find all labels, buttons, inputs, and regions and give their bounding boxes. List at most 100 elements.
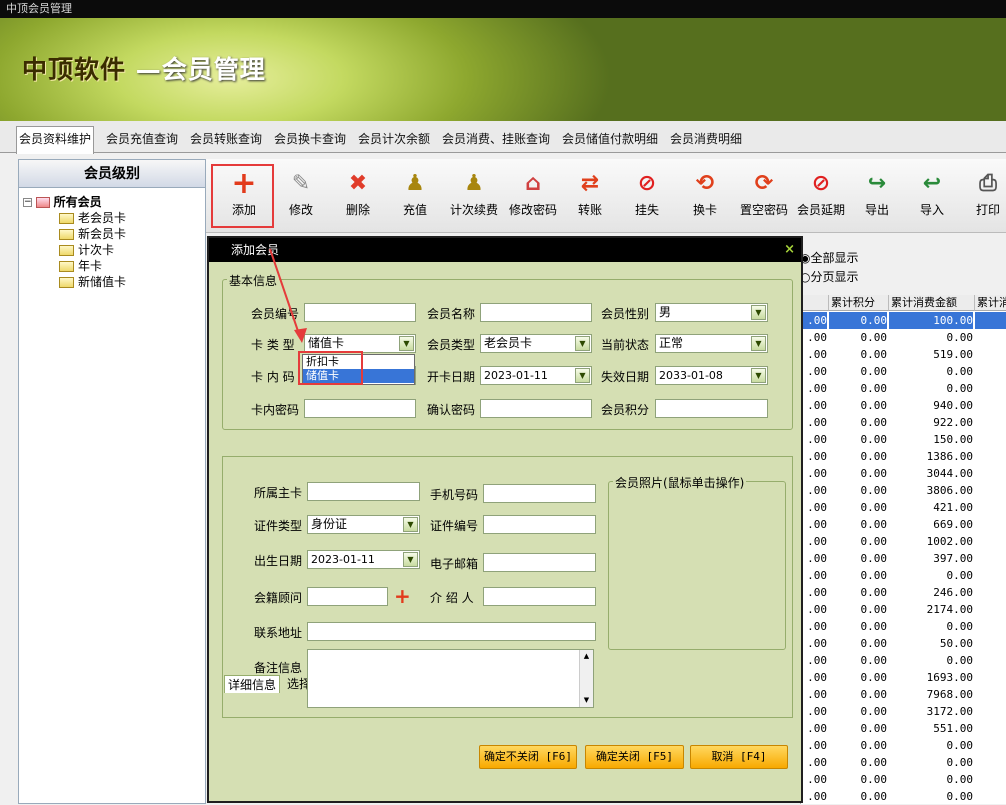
phone-input[interactable] (483, 484, 596, 503)
birth-date-picker[interactable]: 2023-01-11 ▼ (307, 550, 420, 569)
grid-cell-prefix[interactable]: .00 (801, 380, 827, 397)
tab-card-change-query[interactable]: 会员换卡查询 (272, 128, 348, 153)
tab-consume-query[interactable]: 会员消费、挂账查询 (440, 128, 552, 153)
delete-button[interactable]: ✖ 删除 (330, 169, 386, 218)
grid-cell-points[interactable]: 0.00 (829, 584, 888, 601)
report-loss-button[interactable]: ⊘ 挂失 (619, 169, 675, 218)
grid-cell-points[interactable]: 0.00 (829, 329, 888, 346)
tab-recharge-query[interactable]: 会员充值查询 (104, 128, 180, 153)
grid-cell-prefix[interactable]: .00 (801, 448, 827, 465)
tree-item[interactable]: 老会员卡 (59, 210, 126, 226)
grid-cell-prefix[interactable]: .00 (801, 482, 827, 499)
grid-cell-consume[interactable]: 100.00 (889, 312, 973, 329)
grid-cell-points[interactable]: 0.00 (829, 771, 888, 788)
grid-cell-consume[interactable]: 0.00 (889, 363, 974, 380)
grid-cell-consume[interactable]: 1002.00 (889, 533, 973, 550)
change-password-button[interactable]: ⌂ 修改密码 (505, 169, 561, 218)
tree-item[interactable]: 新储值卡 (59, 274, 126, 290)
grid-cell-consume[interactable]: 246.00 (889, 584, 973, 601)
tab-consume-detail[interactable]: 会员消费明细 (668, 128, 744, 153)
scroll-up-icon[interactable]: ▲ (580, 650, 593, 662)
grid-header-more[interactable]: 累计消 (975, 295, 1006, 311)
grid-cell-points[interactable]: 0.00 (829, 482, 888, 499)
grid-cell-consume[interactable]: 0.00 (889, 329, 974, 346)
remark-scrollbar[interactable]: ▲ ▼ (579, 650, 593, 707)
email-input[interactable] (483, 553, 596, 572)
grid-cell-points[interactable]: 0.00 (829, 601, 888, 618)
open-date-picker[interactable]: 2023-01-11 ▼ (480, 366, 592, 385)
grid-cell-prefix[interactable]: .00 (801, 618, 827, 635)
grid-cell-points[interactable]: 0.00 (829, 363, 888, 380)
grid-cell-points[interactable]: 0.00 (829, 448, 888, 465)
grid-cell-points[interactable]: 0.00 (829, 346, 888, 363)
grid-cell-consume[interactable]: 669.00 (889, 516, 973, 533)
edit-button[interactable]: ✎ 修改 (273, 169, 329, 218)
grid-cell-prefix[interactable]: .00 (801, 397, 827, 414)
grid-header-points[interactable]: 累计积分 (829, 295, 889, 311)
grid-cell-prefix[interactable]: .00 (801, 346, 827, 363)
tree-item[interactable]: 新会员卡 (59, 226, 126, 242)
grid-cell-prefix[interactable]: .00 (801, 788, 827, 805)
member-type-select[interactable]: 老会员卡 ▼ (480, 334, 592, 353)
show-all-radio[interactable]: ◉全部显示 (800, 249, 859, 266)
grid-cell-points[interactable]: 0.00 (829, 652, 888, 669)
grid-cell-prefix[interactable]: .00 (801, 703, 827, 720)
photo-group[interactable]: 会员照片(鼠标单击操作) (608, 474, 786, 650)
grid-cell-consume[interactable]: 0.00 (889, 771, 974, 788)
export-button[interactable]: ↪ 导出 (849, 169, 905, 218)
status-select[interactable]: 正常 ▼ (655, 334, 768, 353)
grid-cell-prefix[interactable]: .00 (801, 601, 827, 618)
grid-cell-consume[interactable]: 922.00 (889, 414, 973, 431)
grid-cell-prefix[interactable]: .00 (801, 533, 827, 550)
grid-cell-points[interactable]: 0.00 (829, 669, 888, 686)
recharge-button[interactable]: ♟ 充值 (387, 169, 443, 218)
grid-cell-points[interactable]: 0.00 (829, 788, 888, 805)
grid-cell-consume[interactable]: 3172.00 (889, 703, 973, 720)
grid-cell-points[interactable]: 0.00 (829, 550, 888, 567)
grid-cell-consume[interactable]: 3044.00 (889, 465, 973, 482)
grid-cell-prefix[interactable]: .00 (801, 550, 827, 567)
grid-cell-consume[interactable]: 519.00 (889, 346, 973, 363)
grid-cell-consume[interactable]: 7968.00 (889, 686, 973, 703)
tree-item[interactable]: 年卡 (59, 258, 102, 274)
collapse-icon[interactable]: − (23, 198, 32, 207)
grid-cell-points[interactable]: 0.00 (829, 380, 888, 397)
grid-cell-points[interactable]: 0.00 (829, 499, 888, 516)
grid-header-consume[interactable]: 累计消费金额 (889, 295, 975, 311)
grid-cell-consume[interactable]: 0.00 (889, 652, 974, 669)
import-button[interactable]: ↩ 导入 (904, 169, 960, 218)
main-card-input[interactable] (307, 482, 420, 501)
points-input[interactable] (655, 399, 768, 418)
tab-stored-payment[interactable]: 会员储值付款明细 (560, 128, 660, 153)
grid-cell-points[interactable]: 0.00 (829, 737, 888, 754)
grid-cell-points[interactable]: 0.00 (829, 703, 888, 720)
grid-cell-more[interactable] (975, 312, 1006, 329)
member-name-input[interactable] (480, 303, 592, 322)
grid-cell-points[interactable]: 0.00 (829, 635, 888, 652)
grid-cell-points[interactable]: 0.00 (829, 431, 888, 448)
add-advisor-icon[interactable]: + (394, 584, 411, 608)
expire-date-picker[interactable]: 2033-01-08 ▼ (655, 366, 768, 385)
grid-cell-points[interactable]: 0.00 (829, 414, 888, 431)
grid-cell-prefix[interactable]: .00 (801, 584, 827, 601)
member-no-input[interactable] (304, 303, 416, 322)
transfer-button[interactable]: ⇄ 转账 (562, 169, 618, 218)
grid-cell-consume[interactable]: 150.00 (889, 431, 973, 448)
grid-cell-consume[interactable]: 551.00 (889, 720, 973, 737)
grid-cell-prefix[interactable]: .00 (801, 363, 827, 380)
grid-cell-consume[interactable]: 0.00 (889, 380, 974, 397)
tree-item[interactable]: 计次卡 (59, 242, 114, 258)
address-input[interactable] (307, 622, 596, 641)
remark-textarea[interactable]: ▲ ▼ (307, 649, 594, 708)
grid-cell-prefix[interactable]: .00 (801, 686, 827, 703)
grid-cell-consume[interactable]: 0.00 (889, 788, 974, 805)
cancel-button[interactable]: 取消 [F4] (690, 745, 788, 769)
tab-transfer-query[interactable]: 会员转账查询 (188, 128, 264, 153)
grid-cell-points[interactable]: 0.00 (829, 686, 888, 703)
grid-cell-prefix[interactable]: .00 (801, 431, 827, 448)
grid-cell-prefix[interactable]: .00 (801, 329, 827, 346)
tab-count-balance[interactable]: 会员计次余额 (356, 128, 432, 153)
grid-cell-consume[interactable]: 1693.00 (889, 669, 973, 686)
referrer-input[interactable] (483, 587, 596, 606)
grid-cell-prefix[interactable]: .00 (801, 414, 827, 431)
